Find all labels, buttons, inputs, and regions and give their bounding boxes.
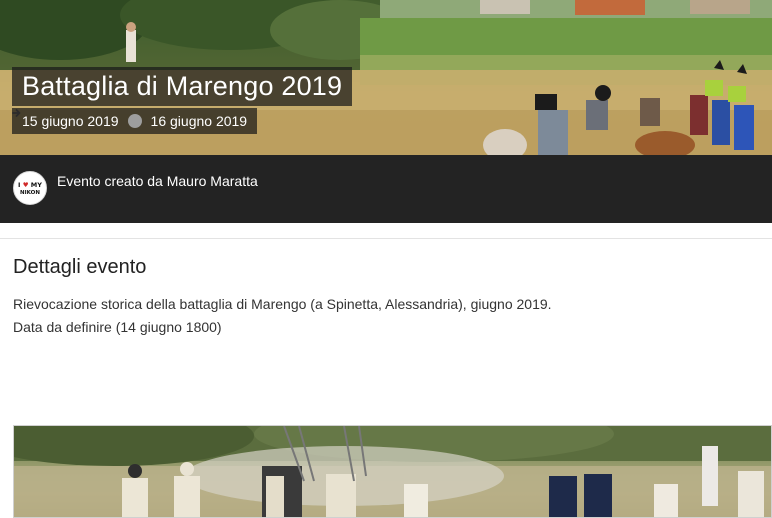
arrow-right-circle-icon — [12, 109, 142, 128]
description-line-1: Rievocazione storica della battaglia di … — [13, 296, 552, 312]
section-divider — [0, 238, 772, 239]
event-dates: 15 giugno 2019 16 giugno 2019 — [12, 108, 258, 134]
creator-bar: I ♥ MY NIKON Evento creato da Mauro Mara… — [0, 155, 772, 223]
details-heading: Dettagli evento — [13, 256, 147, 278]
reenactment-soldiers-photo — [14, 426, 771, 517]
i-love-my-nikon-logo: I ♥ MY NIKON — [18, 181, 42, 196]
creator-avatar[interactable]: I ♥ MY NIKON — [13, 171, 47, 205]
event-title-box: Battaglia di Marengo 2019 — [12, 67, 353, 106]
description-line-2: Data da definire (14 giugno 1800) — [13, 319, 222, 335]
svg-text:I ♥ MY: I ♥ MY — [18, 181, 42, 189]
event-cover-image: Battaglia di Marengo 2019 15 giugno 2019… — [0, 0, 772, 155]
event-end-date: 16 giugno 2019 — [150, 113, 248, 129]
event-title: Battaglia di Marengo 2019 — [22, 71, 343, 101]
creator-text[interactable]: Evento creato da Mauro Maratta — [57, 173, 258, 189]
event-photo[interactable] — [13, 425, 772, 518]
svg-text:NIKON: NIKON — [20, 190, 40, 196]
event-start-date: 15 giugno 2019 — [22, 113, 119, 129]
